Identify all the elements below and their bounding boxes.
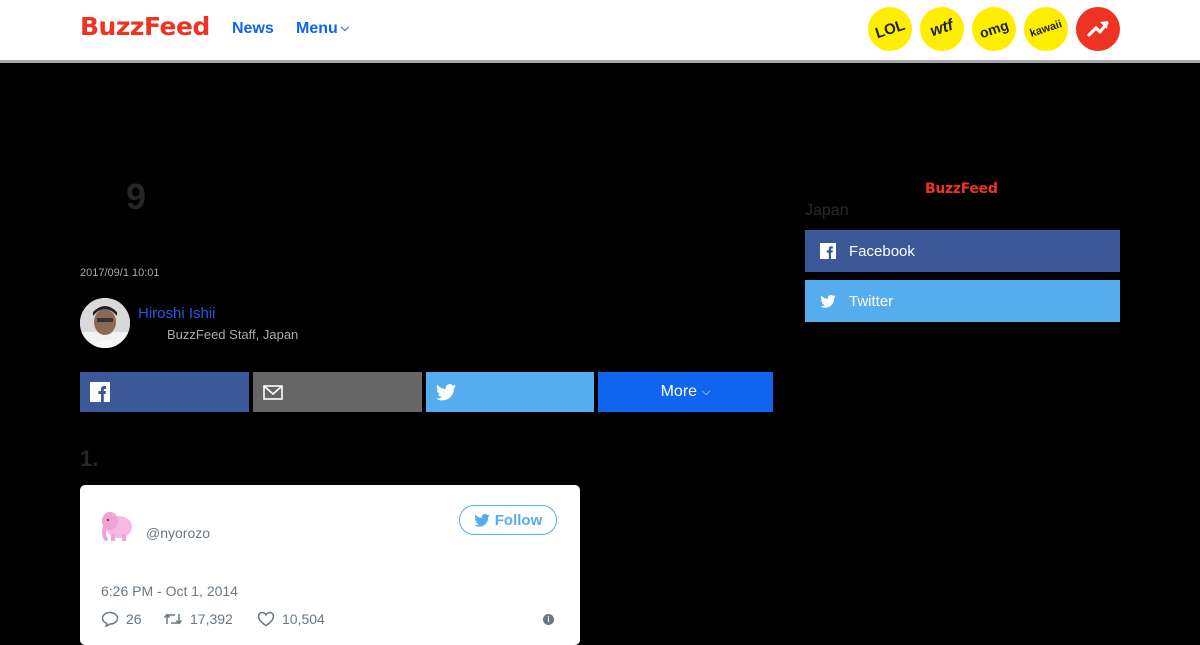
badge-wtf[interactable]: wtf xyxy=(914,1,970,57)
share-more-label: More xyxy=(660,383,698,400)
badge-kawaii[interactable]: kawaii xyxy=(1018,1,1074,57)
twitter-bird-icon xyxy=(473,513,490,527)
twitter-bird-icon xyxy=(436,383,456,401)
tweet-reply-count: 26 xyxy=(126,611,142,627)
nav-menu-label: Menu xyxy=(296,20,338,37)
follow-twitter-label: Twitter xyxy=(849,292,894,310)
tweet-retweet-button[interactable]: 17,392 xyxy=(163,611,233,627)
mail-icon xyxy=(263,384,283,400)
chevron-down-icon: ⌵ xyxy=(702,385,711,398)
tweet-timestamp[interactable]: 6:26 PM - Oct 1, 2014 xyxy=(101,583,238,599)
reply-icon xyxy=(101,611,119,627)
tweet-avatar[interactable] xyxy=(100,507,136,543)
heart-icon xyxy=(257,611,275,627)
author-name-link[interactable]: Hiroshi Ishii xyxy=(138,305,216,322)
facebook-icon xyxy=(90,382,110,402)
share-facebook-button[interactable] xyxy=(80,372,249,412)
badge-omg[interactable]: omg xyxy=(966,1,1022,57)
tweet-like-count: 10,504 xyxy=(282,611,325,627)
publish-timestamp: 2017/09/1 10:01 xyxy=(80,267,160,279)
list-item-number: 1. xyxy=(80,446,99,471)
author-role: BuzzFeed Staff, Japan xyxy=(167,327,299,342)
tweet-retweet-count: 17,392 xyxy=(190,611,233,627)
article-title-number: 9 xyxy=(126,176,147,217)
tweet-like-button[interactable]: 10,504 xyxy=(257,611,325,627)
sidebar-buzzfeed-logo: BuzzFeed xyxy=(925,181,998,197)
author-avatar[interactable] xyxy=(80,298,130,348)
facebook-icon xyxy=(820,243,836,259)
tweet-follow-label: Follow xyxy=(494,511,543,529)
twitter-bird-icon xyxy=(820,294,836,308)
site-header: BuzzFeed News Menu ⌵ LOL wtf omg kawaii xyxy=(0,0,1200,63)
share-twitter-button[interactable] xyxy=(426,372,594,412)
follow-facebook-label: Facebook xyxy=(849,242,915,260)
elephant-avatar-icon xyxy=(102,512,132,541)
tweet-reply-button[interactable]: 26 xyxy=(101,611,142,627)
buzzfeed-logo[interactable]: BuzzFeed xyxy=(80,12,210,41)
nav-news-link[interactable]: News xyxy=(232,20,274,38)
follow-facebook-button[interactable]: Facebook xyxy=(805,230,1120,272)
sidebar-region-label: Japan xyxy=(805,202,849,219)
share-email-button[interactable] xyxy=(253,372,422,412)
author-photo xyxy=(80,298,130,348)
retweet-icon xyxy=(163,613,183,625)
trending-button[interactable] xyxy=(1076,7,1120,51)
chevron-down-icon: ⌵ xyxy=(340,22,350,34)
nav-menu-button[interactable]: Menu ⌵ xyxy=(296,20,349,38)
info-icon[interactable]: i xyxy=(543,614,554,625)
share-more-button[interactable]: More ⌵ xyxy=(598,372,773,412)
tweet-follow-button[interactable]: Follow xyxy=(459,505,557,535)
embedded-tweet: @nyorozo Follow 6:26 PM - Oct 1, 2014 26… xyxy=(80,485,580,645)
trending-icon xyxy=(1087,21,1109,37)
follow-twitter-button[interactable]: Twitter xyxy=(805,280,1120,322)
tweet-handle[interactable]: @nyorozo xyxy=(146,525,210,541)
badge-lol[interactable]: LOL xyxy=(862,1,918,57)
